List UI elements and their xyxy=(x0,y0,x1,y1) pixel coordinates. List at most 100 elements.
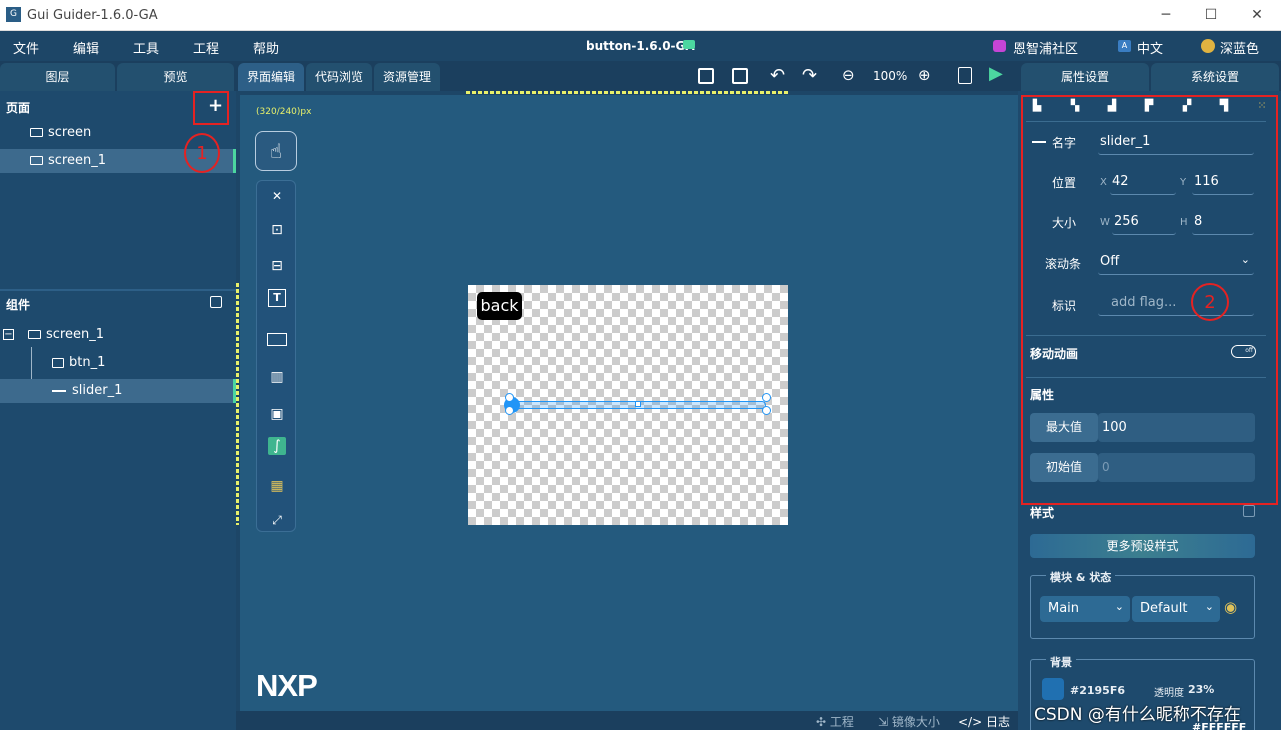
tab-ui-editor[interactable]: 界面编辑 xyxy=(238,63,304,91)
copy-style-icon[interactable] xyxy=(1243,505,1255,517)
module-state-title: 模块 & 状态 xyxy=(1046,569,1116,585)
maximize-button[interactable]: ☐ xyxy=(1196,4,1226,26)
attr-title: 属性 xyxy=(1030,388,1055,402)
max-input[interactable]: 100 xyxy=(1098,413,1255,442)
module-select[interactable]: Main ⌄ xyxy=(1040,596,1130,622)
opacity-value[interactable]: 23% xyxy=(1188,683,1214,696)
component-item-screen-1[interactable]: − screen_1 xyxy=(0,323,236,347)
component-label: slider_1 xyxy=(72,383,123,398)
scrollbar-select[interactable]: Off ⌄ xyxy=(1098,250,1254,275)
run-icon[interactable]: ▶ xyxy=(989,63,1003,84)
center-handle[interactable] xyxy=(635,401,641,407)
bg-color-value[interactable]: #2195F6 xyxy=(1070,684,1125,697)
align-vcenter-icon[interactable]: ▞ xyxy=(1178,99,1196,113)
redo-icon[interactable]: ↷ xyxy=(802,65,817,86)
x-label: X xyxy=(1100,177,1107,188)
slider-icon xyxy=(1032,141,1046,143)
community-link[interactable]: 恩智浦社区 xyxy=(1013,38,1078,57)
menu-file[interactable]: 文件 xyxy=(13,38,39,57)
align-left-icon[interactable]: ▙ xyxy=(1028,99,1046,113)
imgbtn-widget-icon[interactable]: ⊟ xyxy=(264,253,290,279)
back-button[interactable]: back xyxy=(477,292,522,320)
eye-icon[interactable]: ◉ xyxy=(1224,598,1237,616)
status-log[interactable]: </> 日志 xyxy=(958,713,1010,730)
annotation-circle-1: 1 xyxy=(184,133,220,173)
collapse-icon[interactable]: − xyxy=(3,329,14,340)
x-input[interactable]: 42 xyxy=(1110,170,1176,195)
popout-icon[interactable] xyxy=(210,296,222,308)
component-item-slider-1[interactable]: slider_1 xyxy=(0,379,236,403)
zoom-out-icon[interactable]: ⊖ xyxy=(842,66,855,84)
grid-menu-icon[interactable]: ⁙ xyxy=(1253,99,1271,113)
anim-toggle[interactable]: off xyxy=(1231,345,1256,358)
chart-widget-icon[interactable]: ▥ xyxy=(264,364,290,390)
tab-system-settings[interactable]: 系统设置 xyxy=(1151,63,1279,91)
zoom-level: 100% xyxy=(873,69,908,83)
tab-code-browse[interactable]: 代码浏览 xyxy=(306,63,372,91)
align-hcenter-icon[interactable]: ▚ xyxy=(1066,99,1084,113)
button-icon xyxy=(52,357,64,368)
close-button[interactable]: ✕ xyxy=(1242,4,1272,26)
label-widget-icon[interactable]: T xyxy=(268,289,286,307)
scrollbar-label: 滚动条 xyxy=(1045,257,1082,271)
chevron-down-icon: ⌄ xyxy=(1204,600,1214,613)
slider-widget[interactable] xyxy=(504,393,771,415)
undo-icon[interactable]: ↶ xyxy=(770,65,785,86)
name-input[interactable]: slider_1 xyxy=(1098,130,1254,155)
flag-input[interactable]: add flag... xyxy=(1098,291,1254,316)
collapse-tools-icon[interactable]: ✕ xyxy=(264,183,290,209)
name-label: 名字 xyxy=(1052,136,1077,150)
tabs-row: 图层 预览 界面编辑 代码浏览 资源管理 ↶ ↷ ⊖ 100% ⊕ ▶ 属性设置… xyxy=(0,61,1281,91)
ruler-highlight xyxy=(466,91,788,94)
init-input[interactable]: 0 xyxy=(1098,453,1255,482)
y-input[interactable]: 116 xyxy=(1192,170,1254,195)
expand-tools-icon[interactable]: ⤢ xyxy=(264,507,290,533)
status-project[interactable]: ✣ 工程 xyxy=(816,713,854,730)
h-label: H xyxy=(1180,217,1188,228)
resize-handle[interactable] xyxy=(505,393,514,402)
state-select[interactable]: Default ⌄ xyxy=(1132,596,1220,622)
dropdown-widget-icon[interactable] xyxy=(267,333,287,346)
h-input[interactable]: 8 xyxy=(1192,210,1254,235)
tab-property-settings[interactable]: 属性设置 xyxy=(1021,63,1149,91)
status-image-size[interactable]: ⇲ 镜像大小 xyxy=(878,713,940,730)
ruler-highlight-left xyxy=(236,283,239,525)
align-right-icon[interactable]: ▟ xyxy=(1103,99,1121,113)
send-back-icon[interactable] xyxy=(732,68,748,84)
widget-toolbar: ✕ ⊡ ⊟ T ▥ ▣ ∫ ▦ ⤢ xyxy=(256,180,296,532)
image-widget-icon[interactable]: ▣ xyxy=(264,401,290,427)
tab-layers[interactable]: 图层 xyxy=(0,63,115,91)
theme-switch[interactable]: 深蓝色 xyxy=(1220,38,1259,57)
menu-tools[interactable]: 工具 xyxy=(133,38,159,57)
menu-help[interactable]: 帮助 xyxy=(253,38,279,57)
align-top-icon[interactable]: ▛ xyxy=(1140,99,1158,113)
tab-resource-manage[interactable]: 资源管理 xyxy=(374,63,440,91)
minimize-button[interactable]: ─ xyxy=(1151,4,1181,26)
screen-canvas[interactable]: back xyxy=(468,285,788,525)
move-anim-label: 移动动画 xyxy=(1030,347,1079,361)
scrollbar-value: Off xyxy=(1100,254,1120,269)
generate-code-icon[interactable] xyxy=(958,67,972,84)
curve-widget-icon[interactable]: ∫ xyxy=(268,437,286,455)
menu-project[interactable]: 工程 xyxy=(193,38,219,57)
button-widget-icon[interactable]: ⊡ xyxy=(264,217,290,243)
bg-color-swatch[interactable] xyxy=(1042,678,1064,700)
more-preset-styles-button[interactable]: 更多预设样式 xyxy=(1030,534,1255,558)
component-item-btn-1[interactable]: btn_1 xyxy=(0,351,236,375)
divider xyxy=(1026,121,1266,122)
w-input[interactable]: 256 xyxy=(1112,210,1176,235)
resize-handle[interactable] xyxy=(505,406,514,415)
tab-preview[interactable]: 预览 xyxy=(117,63,234,91)
resize-handle[interactable] xyxy=(762,406,771,415)
pointer-tool-icon[interactable]: ☝ xyxy=(255,131,297,171)
components-title: 组件 xyxy=(6,298,31,312)
align-bottom-icon[interactable]: ▜ xyxy=(1215,99,1233,113)
qrcode-widget-icon[interactable]: ▦ xyxy=(264,473,290,499)
zoom-in-icon[interactable]: ⊕ xyxy=(918,66,931,84)
menu-edit[interactable]: 编辑 xyxy=(73,38,99,57)
highlight-box-1 xyxy=(193,91,229,125)
y-label: Y xyxy=(1180,177,1187,188)
resize-handle[interactable] xyxy=(762,393,771,402)
bring-front-icon[interactable] xyxy=(698,68,714,84)
language-switch[interactable]: 中文 xyxy=(1137,38,1163,57)
